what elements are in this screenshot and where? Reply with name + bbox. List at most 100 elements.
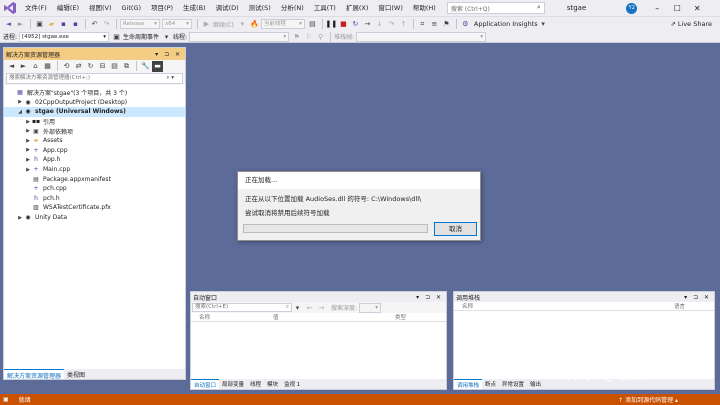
home-icon[interactable]: ⌂ — [30, 61, 41, 72]
tree-item[interactable]: ▶ ▣ 外部依赖项 — [4, 126, 185, 136]
tree-item[interactable]: ▶ h App.h — [4, 155, 185, 165]
maximize-button[interactable]: ☐ — [667, 0, 687, 17]
forward-icon[interactable]: ► — [15, 19, 26, 30]
chevron-down-icon[interactable]: ▾ — [538, 19, 549, 30]
tab-autos[interactable]: 自动窗口 — [191, 379, 220, 389]
restart-icon[interactable]: ↻ — [350, 19, 361, 30]
cancel-button[interactable]: 取消 — [434, 222, 477, 236]
tab-watch-1[interactable]: 监视 1 — [281, 379, 303, 389]
save-all-icon[interactable]: ▪ — [70, 19, 81, 30]
solution-explorer-search-input[interactable]: 搜索解决方案资源管理器(Ctrl+;) ⌕ ▾ — [6, 73, 183, 84]
stop-icon[interactable]: ■ — [338, 19, 349, 30]
tree-item[interactable]: + pch.cpp — [4, 184, 185, 194]
tab-threads[interactable]: 线程 — [247, 379, 264, 389]
search-depth-select[interactable]: ▾ — [359, 302, 382, 313]
application-insights-label[interactable]: Application Insights — [474, 20, 538, 28]
preview-icon[interactable]: ⧉ — [121, 61, 132, 72]
diagnostic-tools-icon[interactable]: ▤ — [307, 19, 318, 30]
menu-project[interactable]: 项目(P) — [146, 0, 178, 17]
continue-play-icon[interactable]: ▶ — [201, 19, 212, 30]
tab-solution-explorer[interactable]: 解决方案资源管理器 — [4, 369, 65, 380]
lifecycle-events-button[interactable]: 生命周期事件 — [123, 32, 159, 41]
chevron-down-icon[interactable]: ▾ — [161, 31, 172, 42]
show-all-files-icon[interactable]: ▤ — [109, 61, 120, 72]
column-value[interactable]: 值 — [273, 313, 395, 321]
hex-display-icon[interactable]: ⌗ — [417, 19, 428, 30]
hot-reload-icon[interactable]: 🔥 — [249, 19, 260, 30]
switch-views-icon[interactable]: ▦ — [42, 61, 53, 72]
close-button[interactable]: ✕ — [687, 0, 707, 17]
tab-breakpoints[interactable]: 断点 — [482, 379, 499, 389]
menu-help[interactable]: 帮助(H) — [408, 0, 441, 17]
expand-arrow-icon[interactable]: ◢ — [16, 109, 24, 115]
menu-extensions[interactable]: 扩展(X) — [341, 0, 374, 17]
continue-button[interactable]: 继续(C) — [213, 20, 234, 29]
preview-selected-icon[interactable]: ▬ — [152, 60, 163, 72]
tree-item[interactable]: ▨ WSATestCertificate.pfx — [4, 203, 185, 213]
show-flagged-icon[interactable]: ⚐ — [303, 31, 314, 42]
stack-frame-select[interactable]: ▾ — [356, 31, 487, 42]
menu-window[interactable]: 窗口(W) — [373, 0, 408, 17]
column-language[interactable]: 语言 — [674, 302, 714, 310]
tree-item[interactable]: ▤ Package.appxmanifest — [4, 174, 185, 184]
minimize-button[interactable]: – — [647, 0, 667, 17]
tree-item[interactable]: ▶ ◉ Unity Data — [4, 213, 185, 223]
process-select[interactable]: [4952] stgae.exe ▾ — [19, 31, 110, 42]
tab-output[interactable]: 输出 — [527, 379, 544, 389]
expand-arrow-icon[interactable]: ▶ — [24, 138, 32, 144]
expand-arrow-icon[interactable]: ▶ — [16, 215, 24, 221]
tree-item[interactable]: ▶ + App.cpp — [4, 146, 185, 156]
autos-search-input[interactable]: 搜索(Ctrl+E) ⌕ — [192, 303, 292, 312]
pending-changes-filter-icon[interactable]: ⟲ — [61, 61, 72, 72]
tree-item[interactable]: h pch.h — [4, 194, 185, 204]
menu-edit[interactable]: 编辑(E) — [52, 0, 84, 17]
search-previous-icon[interactable]: ← — [304, 302, 315, 313]
expand-arrow-icon[interactable]: ▶ — [16, 99, 24, 105]
tab-exception-settings[interactable]: 异常设置 — [499, 379, 527, 389]
expand-arrow-icon[interactable]: ▶ — [24, 167, 32, 173]
show-next-statement-icon[interactable]: → — [362, 19, 373, 30]
live-share-button[interactable]: ⇗ Live Share — [670, 20, 712, 28]
flag-thread-icon[interactable]: ⚑ — [291, 31, 302, 42]
open-folder-icon[interactable]: ▰ — [46, 19, 57, 30]
new-item-icon[interactable]: ▣ — [34, 19, 45, 30]
undo-icon[interactable]: ↶ — [89, 19, 100, 30]
save-icon[interactable]: ▪ — [58, 19, 69, 30]
chevron-down-icon[interactable]: ▾ — [237, 19, 248, 30]
tree-item[interactable]: ▶ + Main.cpp — [4, 165, 185, 175]
tab-modules[interactable]: 模块 — [264, 379, 281, 389]
column-name[interactable]: 名称 — [191, 313, 273, 321]
chevron-down-icon[interactable]: ▾ — [292, 302, 303, 313]
configuration-select[interactable]: Release ▾ — [120, 19, 160, 29]
back-icon[interactable]: ◄ — [6, 61, 17, 72]
expand-arrow-icon[interactable]: ▶ — [24, 128, 32, 134]
platform-select[interactable]: x64 ▾ — [162, 19, 192, 29]
tab-locals[interactable]: 局部变量 — [219, 379, 247, 389]
expand-arrow-icon[interactable]: ▶ — [24, 147, 32, 153]
panel-header-icons[interactable]: ▾ ⊐ ✕ — [684, 294, 711, 301]
avatar[interactable]: Y2 — [626, 2, 638, 14]
expand-arrow-icon[interactable]: ▶ — [24, 119, 32, 125]
tree-item[interactable]: ◢ ◉ stgae (Universal Windows) — [4, 107, 185, 117]
tree-item[interactable]: ▶ ▪▪ 引用 — [4, 117, 185, 127]
menu-test[interactable]: 测试(S) — [244, 0, 276, 17]
target-select[interactable]: 当前线程 ▾ — [260, 19, 305, 29]
tree-item[interactable]: ▦ 解决方案"stgae"(3 个项目，共 3 个) — [4, 88, 185, 98]
column-name[interactable]: 名称 — [454, 302, 674, 310]
properties-icon[interactable]: 🔧 — [140, 61, 151, 72]
menu-build[interactable]: 生成(B) — [178, 0, 211, 17]
filter-icon[interactable]: ⚲ — [315, 31, 326, 42]
menu-view[interactable]: 视图(V) — [84, 0, 117, 17]
forward-icon[interactable]: ► — [18, 61, 29, 72]
menu-file[interactable]: 文件(F) — [20, 0, 52, 17]
panel-header-icons[interactable]: ▾ ⊐ ✕ — [416, 294, 443, 301]
step-over-icon[interactable]: ↷ — [386, 19, 397, 30]
menu-git[interactable]: Git(G) — [117, 0, 147, 17]
step-out-icon[interactable]: ↑ — [398, 19, 409, 30]
back-icon[interactable]: ◄ — [3, 19, 14, 30]
tab-class-view[interactable]: 类视图 — [64, 369, 88, 379]
redo-icon[interactable]: ↷ — [101, 19, 112, 30]
sync-icon[interactable]: ⇄ — [73, 61, 84, 72]
panel-header-icons[interactable]: ▾ ⊐ ✕ — [155, 51, 182, 58]
search-next-icon[interactable]: → — [316, 302, 327, 313]
